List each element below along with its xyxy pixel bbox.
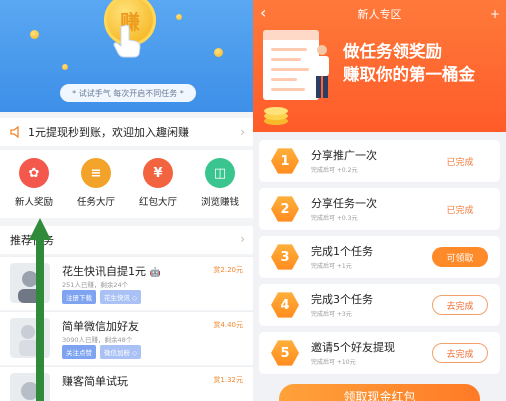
task-meta: 251人已赚，剩余24个 <box>62 281 129 289</box>
task-list-item[interactable]: 花生快讯自提1元 🤖 251人已赚，剩余24个 注册下载 花生快讯 ◇ 赏2.2… <box>0 256 253 310</box>
left-phone-screen: 赚 * 试试手气 每次开启不同任务 * 1元提现秒到账，欢迎加入趣闲赚 › ✿ … <box>0 0 253 401</box>
entry-task-hall[interactable]: ≡ 任务大厅 <box>66 158 126 208</box>
task-price: 赏1.32元 <box>213 376 243 384</box>
recommended-tasks-header[interactable]: 推荐任务 › <box>0 226 253 254</box>
task-tag: 微信加粉 ◇ <box>100 345 142 359</box>
task-title: 花生快讯自提1元 🤖 <box>62 265 161 278</box>
newbie-task-card: 1 分享推广一次 完成后可 +0.2元 已完成 <box>259 140 500 182</box>
task-reward: 完成后可 +3元 <box>311 311 352 318</box>
task-meta: 3090人已赚，剩余48个 <box>62 336 133 344</box>
entry-browse-earn[interactable]: ◫ 浏览赚钱 <box>190 158 250 208</box>
task-reward: 完成后可 +1元 <box>311 263 352 270</box>
banner-slogan: 做任务领奖励 赚取你的第一桶金 <box>343 42 475 84</box>
entry-label: 红包大厅 <box>138 197 177 208</box>
task-tag: 花生快讯 ◇ <box>100 290 142 304</box>
task-title: 简单微信加好友 <box>62 320 139 333</box>
coin-decoration <box>214 48 223 57</box>
gift-icon: ✿ <box>19 158 49 188</box>
step-number-badge: 4 <box>271 292 299 318</box>
claim-cash-button[interactable]: 领取现金红包 <box>279 384 480 401</box>
claim-button[interactable]: 可领取 <box>432 247 488 267</box>
task-reward: 完成后可 +0.2元 <box>311 167 358 174</box>
entry-label: 新人奖励 <box>14 197 53 208</box>
task-price: 赏4.40元 <box>213 321 243 329</box>
speaker-icon <box>10 126 19 138</box>
hint-pill: * 试试手气 每次开启不同任务 * <box>60 84 196 102</box>
person-illustration <box>315 45 329 98</box>
go-complete-button[interactable]: 去完成 <box>432 343 488 363</box>
newbie-task-card: 5 邀请5个好友提现 完成后可 +10元 去完成 <box>259 332 500 374</box>
newbie-task-card: 3 完成1个任务 完成后可 +1元 可领取 <box>259 236 500 278</box>
announcement-bar[interactable]: 1元提现秒到账，欢迎加入趣闲赚 › <box>0 118 253 146</box>
plus-icon[interactable]: + <box>490 7 500 21</box>
section-title: 推荐任务 <box>10 234 54 247</box>
newcomer-zone-header: ‹ 新人专区 + 做任务领奖励 赚取你的第一桶金 <box>253 0 506 132</box>
chevron-right-icon: › <box>240 232 245 246</box>
right-phone-screen: ‹ 新人专区 + 做任务领奖励 赚取你的第一桶金 1 分享推广一次 完成后可 +… <box>253 0 506 401</box>
step-number-badge: 3 <box>271 244 299 270</box>
avatar <box>10 373 50 401</box>
entry-red-envelope-hall[interactable]: ¥ 红包大厅 <box>128 158 188 208</box>
red-envelope-icon: ¥ <box>143 158 173 188</box>
pointing-hand-icon <box>113 24 141 58</box>
task-reward: 完成后可 +0.3元 <box>311 215 358 222</box>
task-status-done: 已完成 <box>446 205 474 216</box>
newbie-task-card: 4 完成3个任务 完成后可 +3元 去完成 <box>259 284 500 326</box>
go-complete-button[interactable]: 去完成 <box>432 295 488 315</box>
chevron-right-icon: › <box>240 125 245 139</box>
task-tag: 注册下载 <box>62 290 96 304</box>
task-title: 分享任务一次 <box>311 197 377 210</box>
coin-decoration <box>30 30 39 39</box>
page-title: 新人专区 <box>357 8 402 21</box>
newbie-task-card: 2 分享任务一次 完成后可 +0.3元 已完成 <box>259 188 500 230</box>
entry-label: 任务大厅 <box>76 197 115 208</box>
clipboard-icon: ≡ <box>81 158 111 188</box>
android-icon: 🤖 <box>149 268 161 278</box>
step-number-badge: 5 <box>271 340 299 366</box>
step-number-badge: 2 <box>271 196 299 222</box>
task-title: 邀请5个好友提现 <box>311 341 395 354</box>
avatar <box>10 263 50 303</box>
task-title: 分享推广一次 <box>311 149 377 162</box>
task-reward: 完成后可 +10元 <box>311 359 356 366</box>
task-title: 完成1个任务 <box>311 245 373 258</box>
task-list-item[interactable]: 赚客简单试玩 赏1.32元 <box>0 366 253 401</box>
announcement-text: 1元提现秒到账，欢迎加入趣闲赚 <box>28 126 189 139</box>
browser-icon: ◫ <box>205 158 235 188</box>
coin-decoration <box>62 64 68 70</box>
task-tag: 关注点赞 <box>62 345 96 359</box>
entry-label: 浏览赚钱 <box>200 197 239 208</box>
task-price: 赏2.20元 <box>213 266 243 274</box>
entry-newbie-reward[interactable]: ✿ 新人奖励 <box>4 158 64 208</box>
coin-decoration <box>176 14 182 20</box>
task-list-item[interactable]: 简单微信加好友 3090人已赚，剩余48个 关注点赞 微信加粉 ◇ 赏4.40元 <box>0 311 253 365</box>
task-title: 完成3个任务 <box>311 293 373 306</box>
quick-entry-grid: ✿ 新人奖励 ≡ 任务大厅 ¥ 红包大厅 ◫ 浏览赚钱 <box>0 150 253 218</box>
task-title: 赚客简单试玩 <box>62 375 128 388</box>
avatar <box>10 318 50 358</box>
step-number-badge: 1 <box>271 148 299 174</box>
task-status-done: 已完成 <box>446 157 474 168</box>
lucky-draw-banner[interactable]: 赚 * 试试手气 每次开启不同任务 * <box>0 0 253 112</box>
coin-stack-icon <box>264 107 288 125</box>
